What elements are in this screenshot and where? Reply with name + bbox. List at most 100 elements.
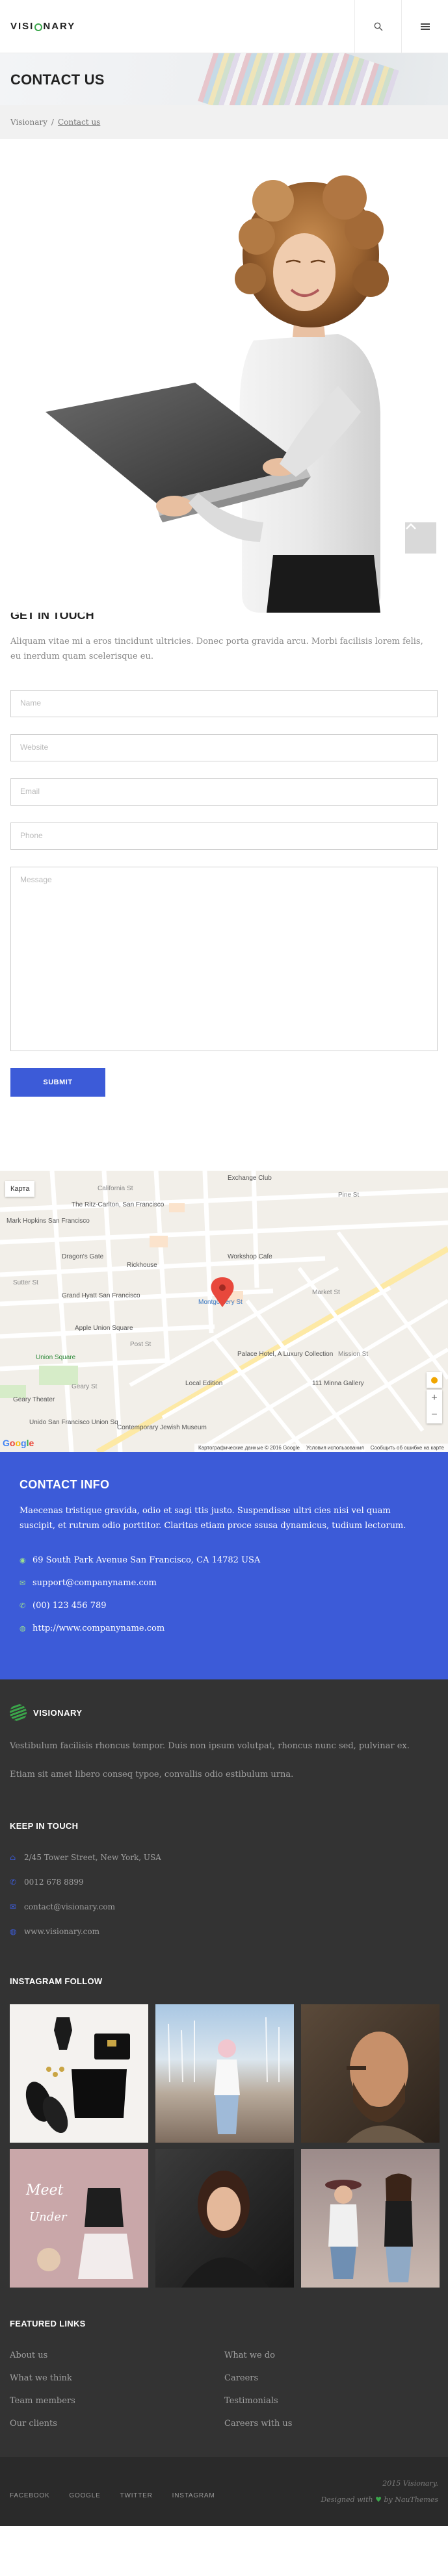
site-header: VISI NARY xyxy=(0,0,448,53)
map-marker-icon: ◉ xyxy=(20,1556,26,1564)
phone-icon: ✆ xyxy=(20,1601,26,1610)
footer-web[interactable]: ◍ www.visionary.com xyxy=(10,1919,438,1944)
home-icon: ⌂ xyxy=(10,1853,16,1862)
street-view-icon[interactable]: ● xyxy=(427,1372,442,1388)
menu-icon xyxy=(420,23,430,30)
get-in-touch-text: Aliquam vitae mi a eros tincidunt ultric… xyxy=(10,637,423,661)
submit-button[interactable]: SUBMIT xyxy=(10,1068,105,1097)
footer-description: Vestibulum facilisis rhoncus tempor. Dui… xyxy=(10,1741,410,1751)
hero-image xyxy=(0,139,448,613)
social-twitter[interactable]: TWITTER xyxy=(120,2492,153,2499)
map-attribution: Картографические данные © 2016 Google Ус… xyxy=(194,1444,448,1452)
message-field[interactable]: Message xyxy=(10,867,438,1051)
breadcrumb-separator: / xyxy=(51,118,54,127)
map-data-credit: Картографические данные © 2016 Google xyxy=(198,1445,300,1451)
instagram-photo[interactable]: Meet Under xyxy=(10,2149,148,2288)
map-label-workshop-cafe: Workshop Cafe xyxy=(228,1253,272,1260)
map-label-local-edition: Local Edition xyxy=(185,1380,222,1387)
link-team-members[interactable]: Team members xyxy=(10,2396,224,2406)
page-banner: CONTACT US xyxy=(0,53,448,105)
instagram-photo[interactable] xyxy=(155,2149,294,2288)
zoom-in-button[interactable]: + xyxy=(427,1390,442,1407)
search-icon xyxy=(374,22,382,31)
fashion-flatlay-image xyxy=(25,2017,130,2134)
page-title: CONTACT US xyxy=(10,71,105,88)
link-careers-with-us[interactable]: Careers with us xyxy=(224,2419,439,2429)
social-facebook[interactable]: FACEBOOK xyxy=(10,2492,49,2499)
map-label-market-st: Market St xyxy=(312,1289,340,1296)
contact-address: ◉ 69 South Park Avenue San Francisco, CA … xyxy=(20,1555,261,1565)
social-google[interactable]: GOOGLE xyxy=(69,2492,100,2499)
footer-logo[interactable]: VISIONARY xyxy=(10,1679,438,1721)
contact-info-text: Maecenas tristique gravida, odio et sagi… xyxy=(20,1506,406,1531)
globe-icon: ◍ xyxy=(20,1624,26,1633)
instagram-photo[interactable] xyxy=(155,2004,294,2143)
contact-email[interactable]: ✉ support@companyname.com xyxy=(20,1572,428,1594)
contact-website[interactable]: ◍ http://www.companyname.com xyxy=(20,1617,428,1640)
map-label-mission-st: Mission St xyxy=(338,1351,368,1358)
social-links: FACEBOOK GOOGLE TWITTER INSTAGRAM xyxy=(10,2492,215,2499)
site-logo[interactable]: VISI NARY xyxy=(0,21,75,32)
contact-info-section: CONTACT INFO Maecenas tristique gravida,… xyxy=(0,1452,448,1679)
phone-field[interactable]: Phone xyxy=(10,823,438,850)
map-label-contemporary-jewish-museum: Contemporary Jewish Museum xyxy=(117,1424,207,1431)
get-in-touch-section: GET IN TOUCH Aliquam vitae mi a eros tin… xyxy=(0,609,448,1097)
instagram-photo[interactable] xyxy=(10,2004,148,2143)
meet-me-under-the-sea-image: Meet Under xyxy=(25,2182,133,2279)
name-field[interactable]: Name xyxy=(10,690,438,717)
link-about-us[interactable]: About us xyxy=(10,2351,224,2360)
site-footer: VISIONARY Vestibulum facilisis rhoncus t… xyxy=(0,1679,448,2457)
instagram-title: INSTAGRAM FOLLOW xyxy=(10,1976,103,1986)
footer-bottom-bar: 2015 Visionary. Designed with ♥ by NauTh… xyxy=(0,2457,448,2526)
zoom-out-button[interactable]: − xyxy=(427,1407,442,1423)
chevron-up-icon xyxy=(406,523,416,529)
map-label-california-st: California St xyxy=(98,1185,133,1192)
instagram-photo[interactable] xyxy=(301,2004,440,2143)
map-terms-link[interactable]: Условия использования xyxy=(306,1445,364,1451)
link-what-we-think[interactable]: What we think xyxy=(10,2373,224,2383)
keep-in-touch-title: KEEP IN TOUCH xyxy=(10,1821,79,1831)
map-label-post-st: Post St xyxy=(130,1341,151,1348)
link-what-we-do[interactable]: What we do xyxy=(224,2351,439,2360)
scroll-to-top-button[interactable] xyxy=(405,522,436,554)
map-label-union-square: Union Square xyxy=(36,1354,76,1361)
breadcrumb-home[interactable]: Visionary xyxy=(10,118,47,127)
map-zoom-controls: + − xyxy=(427,1390,442,1423)
location-map[interactable]: Exchange Club The Ritz-Carlton, San Fran… xyxy=(0,1171,448,1452)
map-label-unido: Unido San Francisco Union Sq xyxy=(29,1419,118,1426)
copyright: 2015 Visionary. Designed with ♥ by NauTh… xyxy=(321,2475,438,2508)
map-label-ritz: The Ritz-Carlton, San Francisco xyxy=(72,1201,165,1208)
banner-decoration xyxy=(198,53,399,105)
map-label-dragons-gate: Dragon's Gate xyxy=(62,1253,104,1260)
globe-icon: ◍ xyxy=(10,1927,17,1936)
instagram-photo[interactable] xyxy=(301,2149,440,2288)
search-button[interactable] xyxy=(354,0,401,53)
link-testimonials[interactable]: Testimonials xyxy=(224,2396,439,2406)
google-logo: Google xyxy=(3,1438,34,1448)
map-label-mark-hopkins: Mark Hopkins San Francisco xyxy=(7,1218,90,1225)
map-label-sutter-st: Sutter St xyxy=(13,1279,38,1286)
footer-email[interactable]: ✉ contact@visionary.com xyxy=(10,1894,438,1919)
website-field[interactable]: Website xyxy=(10,734,438,761)
map-label-111-minna: 111 Minna Gallery xyxy=(312,1380,364,1387)
map-label-exchange-club: Exchange Club xyxy=(228,1175,272,1182)
footer-phone[interactable]: ✆ 0012 678 8899 xyxy=(10,1870,438,1894)
link-our-clients[interactable]: Our clients xyxy=(10,2419,224,2429)
heart-icon: ♥ xyxy=(375,2495,382,2504)
featured-links-list: About us What we do What we think Career… xyxy=(10,2351,438,2457)
instagram-follow: INSTAGRAM FOLLOW Meet Under xyxy=(10,1976,440,2288)
logo-text-start: VISI xyxy=(10,21,34,32)
map-label-geary-st: Geary St xyxy=(72,1383,98,1390)
social-instagram[interactable]: INSTAGRAM xyxy=(172,2492,215,2499)
email-field[interactable]: Email xyxy=(10,778,438,806)
menu-button[interactable] xyxy=(401,0,448,53)
envelope-icon: ✉ xyxy=(10,1902,17,1911)
two-girls-hats-image xyxy=(325,2173,413,2282)
map-tiles: Exchange Club The Ritz-Carlton, San Fran… xyxy=(0,1171,448,1452)
pier-photo-image xyxy=(168,2017,280,2134)
link-careers[interactable]: Careers xyxy=(224,2373,439,2383)
map-type-button[interactable]: Карта xyxy=(5,1181,35,1197)
map-report-link[interactable]: Сообщить об ошибке на карте xyxy=(371,1445,444,1451)
breadcrumb-current[interactable]: Contact us xyxy=(58,118,100,127)
contact-phone[interactable]: ✆ (00) 123 456 789 xyxy=(20,1594,428,1617)
